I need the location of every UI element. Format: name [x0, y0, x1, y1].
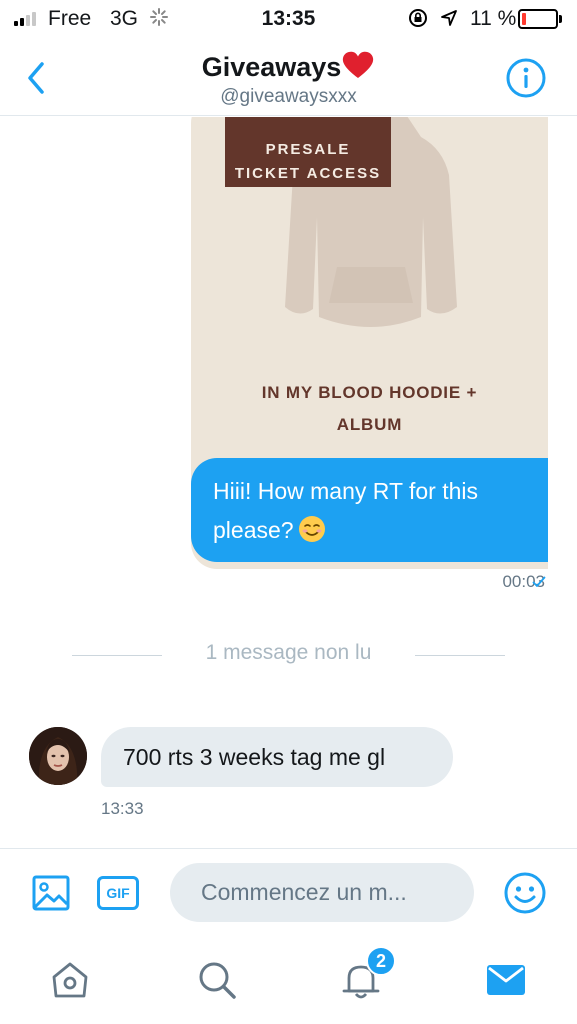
- unread-label: 1 message non lu: [205, 641, 372, 664]
- divider-line-right: [415, 655, 505, 656]
- product-title-line2: ALBUM: [336, 415, 403, 434]
- tab-bar: 2: [0, 936, 577, 1024]
- home-icon: [52, 962, 88, 998]
- tab-search[interactable]: [195, 958, 239, 1002]
- incoming-message-bubble[interactable]: 700 rts 3 weeks tag me gl: [101, 727, 453, 787]
- message-composer: GIF Commencez un m...: [0, 848, 577, 936]
- presale-badge-line2: TICKET ACCESS: [234, 165, 382, 182]
- presale-badge-line1: PRESALE: [265, 141, 351, 158]
- sent-check-icon: [532, 576, 546, 587]
- tab-messages[interactable]: [484, 958, 528, 1002]
- avatar-image: [29, 727, 87, 785]
- heart-icon: [343, 51, 374, 78]
- notification-count-badge: 2: [366, 946, 396, 976]
- battery-percentage: 11 %: [470, 7, 517, 30]
- info-icon[interactable]: [505, 57, 547, 99]
- page-title: Giveaways: [201, 52, 342, 82]
- rotation-lock-icon: [409, 9, 427, 27]
- avatar[interactable]: [29, 727, 87, 785]
- product-title: IN MY BLOOD HOODIE + ALBUM: [191, 377, 548, 441]
- gif-button[interactable]: GIF: [97, 876, 139, 910]
- search-icon: [199, 962, 236, 999]
- outgoing-message-bubble[interactable]: Hiii! How many RT for this please?: [191, 458, 548, 562]
- product-title-line1: IN MY BLOOD HOODIE +: [261, 383, 478, 402]
- battery-icon: [518, 9, 562, 29]
- messages-icon: [487, 965, 525, 995]
- presale-badge: PRESALE TICKET ACCESS: [225, 117, 391, 187]
- message-input[interactable]: Commencez un m...: [170, 863, 474, 922]
- smiling-face-icon: [298, 516, 325, 542]
- incoming-message-time: 13:33: [101, 799, 144, 818]
- message-list[interactable]: PRESALE TICKET ACCESS IN MY BLOOD HOODIE…: [0, 117, 577, 847]
- battery-level: [522, 13, 526, 25]
- incoming-message-text: 700 rts 3 weeks tag me gl: [123, 744, 386, 770]
- status-bar: Free 3G 13:35 11 %: [0, 0, 577, 40]
- conversation-title[interactable]: Giveaways: [0, 50, 577, 83]
- user-handle: @giveawaysxxx: [220, 86, 357, 107]
- unread-divider: 1 message non lu: [0, 638, 577, 668]
- conversation-header: Giveaways @giveawaysxxx: [0, 40, 577, 116]
- outgoing-message-text: Hiii! How many RT for this please?: [213, 478, 478, 543]
- emoji-icon[interactable]: [503, 871, 547, 915]
- image-icon[interactable]: [31, 873, 71, 913]
- tab-home[interactable]: [48, 958, 92, 1002]
- location-arrow-icon: [441, 10, 457, 26]
